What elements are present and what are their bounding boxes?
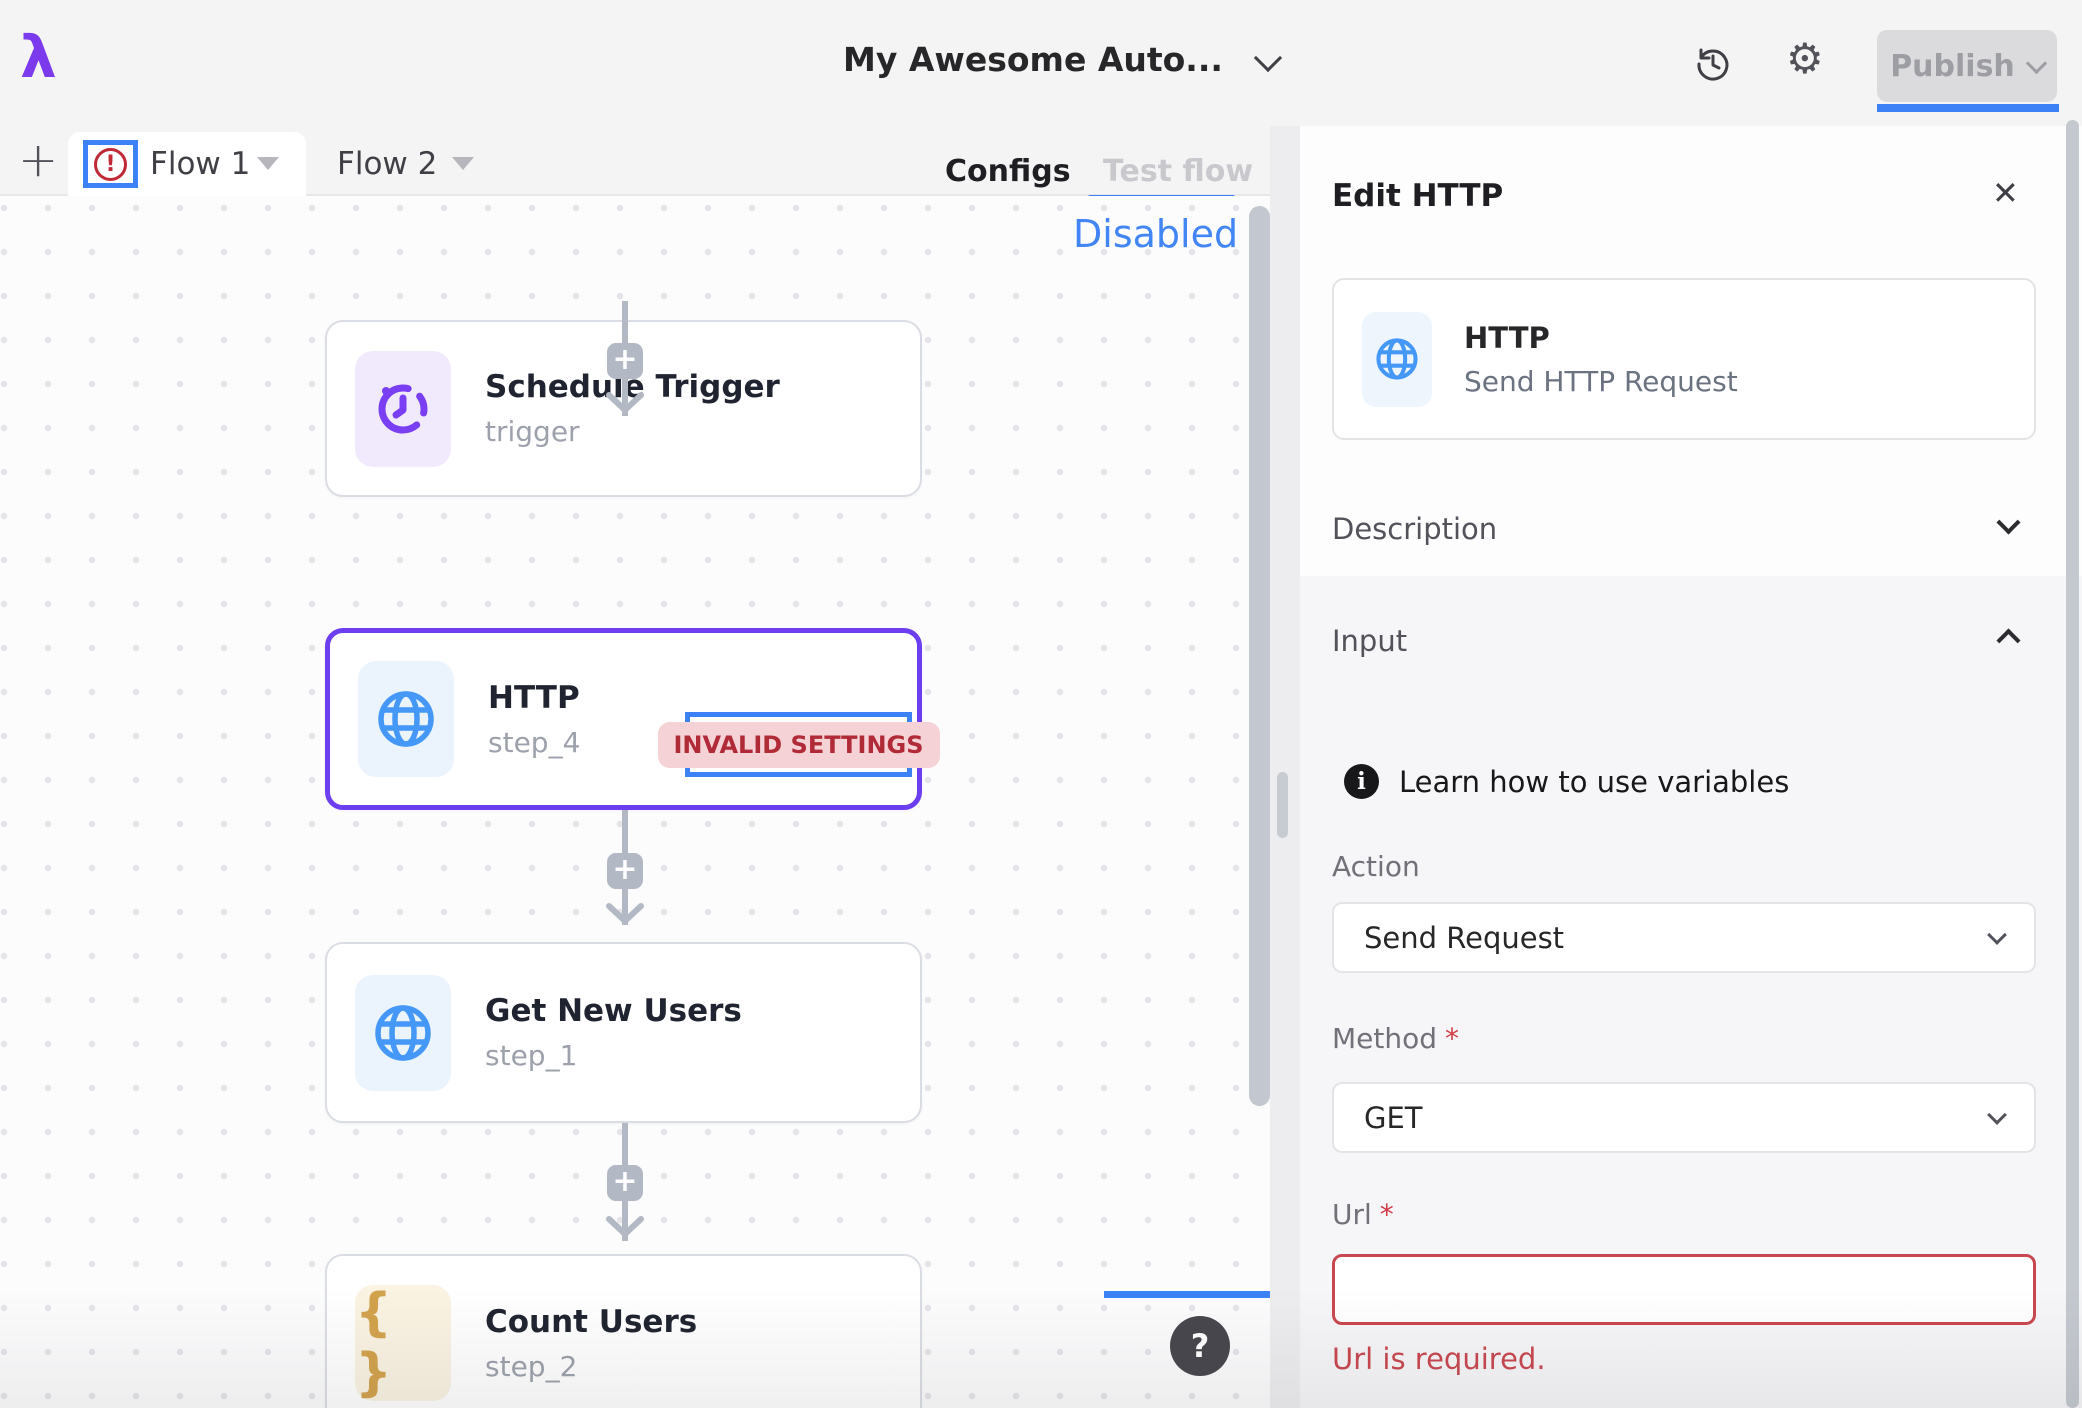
test-flow-tab[interactable]: Test flow (1103, 154, 1253, 189)
arrow-down-icon (606, 392, 644, 414)
add-flow-button[interactable]: + (18, 138, 58, 182)
panel-scrollbar[interactable] (2066, 120, 2079, 1408)
globe-icon (1362, 312, 1432, 407)
publish-annotation-underline (1877, 104, 2059, 112)
flow1-error-annotation-box: ! (83, 140, 138, 188)
url-field-label: Url* (1332, 1198, 1394, 1231)
node-step-name: trigger (485, 415, 780, 448)
piece-name: HTTP (1464, 321, 1738, 355)
panel-resize-handle[interactable] (1277, 772, 1288, 838)
tab-flow-1-caret-icon[interactable] (257, 157, 279, 170)
method-select[interactable]: GET (1332, 1082, 2036, 1153)
learn-variables-link[interactable]: i Learn how to use variables (1344, 764, 1789, 799)
chevron-down-icon (1987, 1105, 2007, 1125)
globe-icon (355, 975, 451, 1091)
node-step-name: step_1 (485, 1039, 742, 1072)
url-error-message: Url is required. (1332, 1342, 1546, 1376)
input-section-header[interactable]: Input (1332, 624, 1407, 658)
description-section-header[interactable]: Description (1332, 512, 1497, 546)
add-step-button[interactable]: + (607, 1165, 643, 1201)
flow1-invalid-icon: ! (94, 148, 127, 181)
piece-info-card: HTTP Send HTTP Request (1332, 278, 2036, 440)
node-count-users[interactable]: { } Count Users step_2 (325, 1254, 922, 1408)
globe-icon (358, 661, 454, 777)
version-history-icon[interactable] (1693, 44, 1733, 84)
edit-step-panel: Edit HTTP ✕ HTTP Send HTTP Request Descr… (1300, 126, 2082, 1408)
node-title: HTTP (488, 680, 580, 716)
node-title: Count Users (485, 1304, 697, 1340)
tab-flow-2-label[interactable]: Flow 2 (337, 146, 437, 182)
tab-flow-2-caret-icon[interactable] (452, 157, 474, 170)
learn-variables-label: Learn how to use variables (1399, 765, 1789, 799)
add-step-button[interactable]: + (607, 343, 643, 379)
braces-icon: { } (355, 1285, 451, 1401)
invalid-settings-badge: INVALID SETTINGS (658, 722, 940, 768)
action-select[interactable]: Send Request (1332, 902, 2036, 973)
flow-title[interactable]: My Awesome Auto... (843, 40, 1243, 79)
activepieces-logo-icon[interactable]: λ (20, 28, 57, 86)
chevron-down-icon[interactable] (1996, 510, 2020, 534)
url-input[interactable] (1332, 1254, 2036, 1325)
node-title: Get New Users (485, 993, 742, 1029)
node-step-name: step_4 (488, 726, 580, 759)
node-get-new-users[interactable]: Get New Users step_1 (325, 942, 922, 1123)
add-step-button[interactable]: + (607, 853, 643, 889)
method-field-label: Method* (1332, 1022, 1459, 1055)
panel-divider (1270, 126, 1300, 1408)
configs-tab[interactable]: Configs (945, 154, 1071, 189)
close-icon[interactable]: ✕ (1992, 174, 2019, 212)
required-asterisk: * (1380, 1198, 1394, 1231)
publish-button[interactable]: Publish (1877, 30, 2057, 102)
action-select-value: Send Request (1364, 921, 1564, 955)
arrow-down-icon (606, 903, 644, 925)
clock-icon (355, 351, 451, 467)
node-step-name: step_2 (485, 1350, 697, 1383)
publish-label: Publish (1890, 49, 2015, 84)
canvas-scrollbar[interactable] (1249, 206, 1270, 1106)
piece-action-name: Send HTTP Request (1464, 365, 1738, 398)
info-icon: i (1344, 764, 1379, 799)
flow-builder-app: λ My Awesome Auto... ⚙ Publish Disabled … (0, 0, 2082, 1408)
invalid-settings-annotation-box: INVALID SETTINGS (685, 712, 912, 777)
panel-title: Edit HTTP (1332, 178, 1503, 214)
action-field-label: Action (1332, 850, 1420, 883)
chevron-down-icon (1987, 925, 2007, 945)
url-annotation-arrow-line (1104, 1291, 1270, 1298)
method-select-value: GET (1364, 1101, 1423, 1135)
settings-gear-icon[interactable]: ⚙ (1786, 38, 1824, 80)
tab-flow-1-label[interactable]: Flow 1 (150, 146, 250, 182)
flow-canvas[interactable]: Disabled Schedule Trigger trigger + (0, 196, 1270, 1408)
publish-chevron-down-icon (2026, 52, 2047, 73)
required-asterisk: * (1445, 1022, 1459, 1055)
arrow-down-icon (606, 1216, 644, 1238)
help-button[interactable]: ? (1170, 1316, 1230, 1376)
canvas-disabled-annotation: Disabled (1073, 212, 1238, 256)
